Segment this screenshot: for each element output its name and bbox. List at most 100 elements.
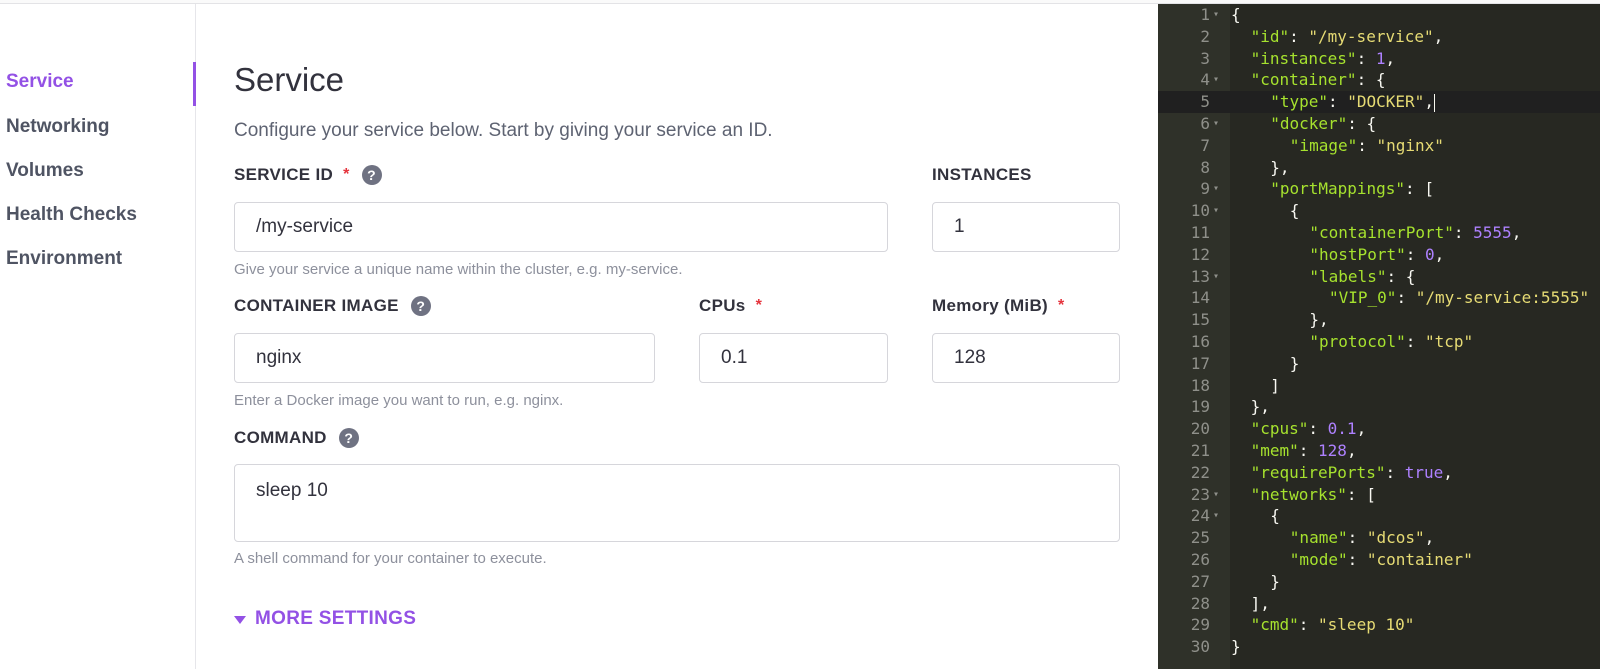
code-text: }: [1290, 353, 1300, 375]
fold-toggle-icon[interactable]: ▾: [1213, 178, 1219, 200]
code-token: "dcos": [1366, 528, 1425, 548]
line-number: 9: [1200, 179, 1210, 199]
code-text: "portMappings": [: [1270, 178, 1434, 200]
code-line[interactable]: 3 "instances": 1,: [1158, 48, 1600, 70]
page-description: Configure your service below. Start by g…: [234, 120, 773, 141]
fold-toggle-icon[interactable]: ▾: [1213, 484, 1219, 506]
required-asterisk: *: [1058, 297, 1065, 314]
line-number: 14: [1190, 288, 1210, 308]
code-line[interactable]: 12 "hostPort": 0,: [1158, 244, 1600, 266]
code-token: }: [1289, 353, 1300, 373]
code-line[interactable]: 29 "cmd": "sleep 10": [1158, 614, 1600, 636]
sidebar-item-networking[interactable]: Networking: [6, 116, 109, 138]
code-line[interactable]: 20 "cpus": 0.1,: [1158, 418, 1600, 440]
more-settings-toggle[interactable]: MORE SETTINGS: [234, 608, 416, 630]
code-token: "protocol": [1309, 332, 1406, 351]
service-id-label: SERVICE ID * ?: [234, 165, 382, 185]
code-token: :: [1396, 288, 1416, 308]
code-line[interactable]: 23 ▾ "networks": [: [1158, 484, 1600, 506]
code-line[interactable]: 4 ▾ "container": {: [1158, 69, 1600, 91]
cpus-input[interactable]: 0.1: [699, 333, 888, 383]
code-text: },: [1270, 157, 1289, 179]
code-line[interactable]: 13 ▾ "labels": {: [1158, 266, 1600, 288]
memory-value: 128: [954, 347, 986, 368]
command-textarea[interactable]: sleep 10: [234, 464, 1120, 542]
code-line[interactable]: 18]: [1158, 375, 1600, 397]
code-line[interactable]: 15},: [1158, 309, 1600, 331]
code-line[interactable]: 19},: [1158, 396, 1600, 418]
code-line[interactable]: 28],: [1158, 593, 1600, 615]
fold-toggle-icon[interactable]: ▾: [1213, 266, 1219, 288]
line-number: 22: [1190, 462, 1210, 482]
sidebar-item-service[interactable]: Service: [6, 71, 74, 93]
instances-label: INSTANCES: [932, 165, 1032, 185]
sidebar-item-environment[interactable]: Environment: [6, 248, 122, 270]
code-token: "instances": [1250, 48, 1357, 68]
code-token: ,: [1424, 528, 1435, 548]
code-token: "type": [1270, 92, 1328, 112]
code-line[interactable]: 24 ▾ {: [1158, 505, 1600, 527]
code-token: "mem": [1250, 441, 1299, 460]
code-token: : {: [1347, 114, 1377, 133]
instances-input[interactable]: 1: [932, 202, 1120, 252]
code-line[interactable]: 22 "requirePorts": true,: [1158, 462, 1600, 484]
line-number: 19: [1190, 397, 1210, 417]
code-token: "containerPort": [1309, 223, 1454, 242]
code-token: ,: [1346, 441, 1357, 460]
code-line[interactable]: 27}: [1158, 571, 1600, 593]
code-token: ,: [1511, 223, 1522, 242]
code-line[interactable]: 30}: [1158, 636, 1600, 658]
code-line[interactable]: 21 "mem": 128,: [1158, 440, 1600, 462]
line-number: 26: [1190, 550, 1210, 569]
page-title: Service: [234, 61, 345, 98]
sidebar-item-health-checks[interactable]: Health Checks: [6, 204, 137, 226]
code-token: {: [1289, 201, 1300, 221]
instances-label-text: INSTANCES: [932, 165, 1032, 184]
code-line[interactable]: 5 "type": "DOCKER",: [1158, 91, 1600, 113]
line-number: 28: [1190, 593, 1210, 613]
code-text: "image": "nginx": [1290, 135, 1444, 157]
code-line[interactable]: 10 ▾ {: [1158, 200, 1600, 222]
code-token: "nginx": [1376, 135, 1444, 155]
memory-input[interactable]: 128: [932, 333, 1120, 383]
fold-toggle-icon[interactable]: ▾: [1213, 4, 1219, 26]
json-editor[interactable]: 1 ▾{2 "id": "/my-service", 3 "instances": 1,…: [1158, 4, 1600, 669]
code-line[interactable]: 26 "mode": "container": [1158, 549, 1600, 571]
code-text: "protocol": "tcp": [1309, 331, 1473, 353]
code-text: "containerPort": 5555,: [1309, 222, 1521, 244]
command-label-text: COMMAND: [234, 428, 327, 447]
code-token: },: [1250, 397, 1270, 417]
container-image-input[interactable]: nginx: [234, 333, 655, 383]
code-line[interactable]: 2 "id": "/my-service",: [1158, 26, 1600, 48]
code-line[interactable]: 6 ▾ "docker": {: [1158, 113, 1600, 135]
code-token: : {: [1386, 266, 1416, 286]
sidebar-item-volumes[interactable]: Volumes: [6, 160, 84, 182]
fold-toggle-icon[interactable]: ▾: [1213, 113, 1219, 135]
cpus-label-text: CPUs: [699, 296, 746, 315]
service-id-input[interactable]: /my-service: [234, 202, 888, 252]
code-token: :: [1385, 462, 1405, 482]
code-token: 5555: [1473, 223, 1512, 242]
code-text: "VIP_0": "/my-service:5555": [1329, 287, 1589, 309]
code-token: "/my-service": [1308, 26, 1434, 46]
code-token: {: [1270, 506, 1280, 526]
fold-toggle-icon[interactable]: ▾: [1213, 505, 1219, 527]
code-line[interactable]: 17}: [1158, 353, 1600, 375]
line-number: 2: [1200, 26, 1210, 46]
help-icon[interactable]: ?: [361, 165, 382, 185]
code-line[interactable]: 7 "image": "nginx": [1158, 135, 1600, 157]
sidebar-nav: Service Networking Volumes Health Checks…: [0, 4, 196, 669]
fold-toggle-icon[interactable]: ▾: [1213, 200, 1219, 222]
code-line[interactable]: 16 "protocol": "tcp": [1158, 331, 1600, 353]
line-number: 16: [1190, 332, 1210, 351]
code-line[interactable]: 14 "VIP_0": "/my-service:5555": [1158, 287, 1600, 309]
help-icon[interactable]: ?: [338, 428, 359, 448]
code-line[interactable]: 25 "name": "dcos",: [1158, 527, 1600, 549]
code-line[interactable]: 8},: [1158, 157, 1600, 179]
code-line[interactable]: 11 "containerPort": 5555,: [1158, 222, 1600, 244]
fold-toggle-icon[interactable]: ▾: [1213, 69, 1219, 91]
help-icon[interactable]: ?: [410, 296, 431, 316]
code-line[interactable]: 9 ▾ "portMappings": [: [1158, 178, 1600, 200]
required-asterisk: *: [343, 166, 350, 183]
code-line[interactable]: 1 ▾ {: [1158, 4, 1600, 26]
